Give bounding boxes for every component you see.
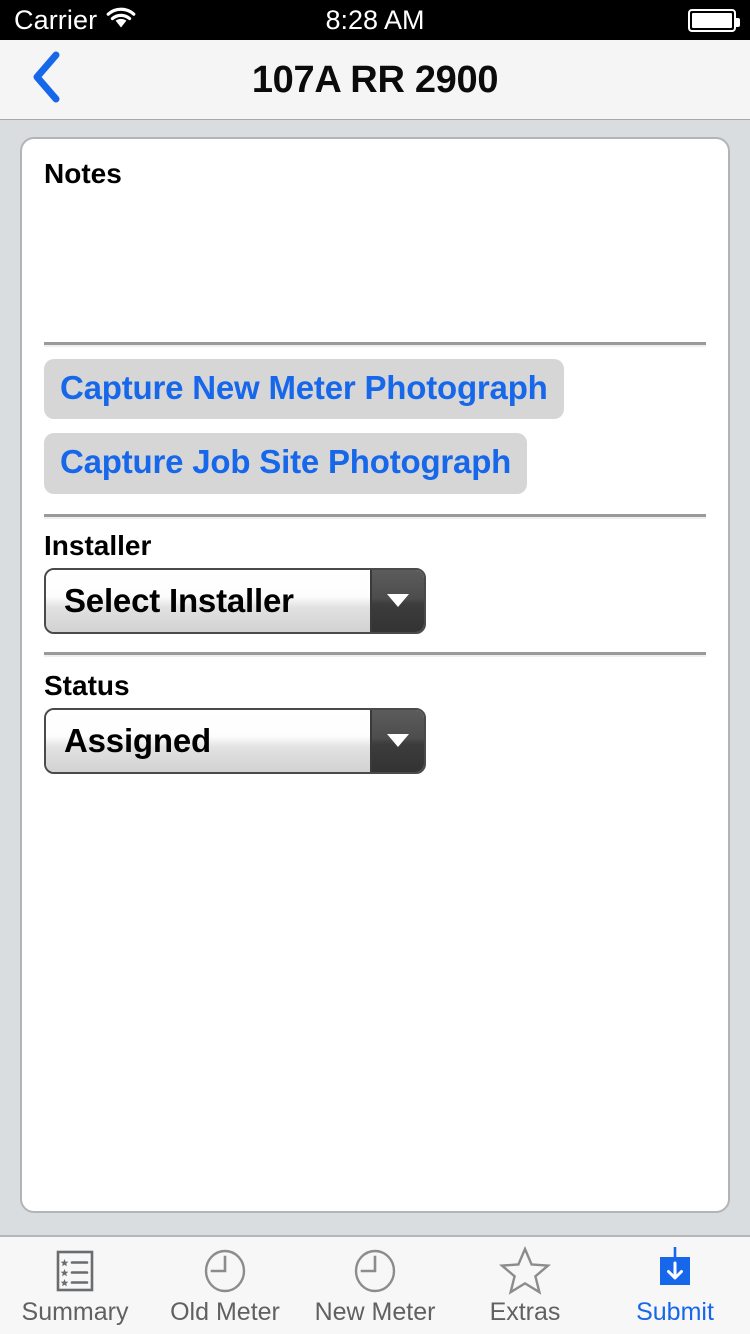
capture-new-meter-row: Capture New Meter Photograph [44, 358, 706, 434]
notes-input[interactable] [44, 195, 706, 336]
tab-bar: Summary Old Meter New Meter Extras Submi… [0, 1235, 750, 1334]
capture-new-meter-photograph-button[interactable]: Capture New Meter Photograph [44, 358, 564, 420]
status-select[interactable]: Assigned [44, 707, 426, 774]
tab-old-meter-label: Old Meter [170, 1297, 280, 1326]
carrier-label: Carrier [14, 4, 98, 35]
notes-label: Notes [44, 158, 122, 189]
tab-extras-label: Extras [489, 1297, 561, 1326]
status-bar-right [688, 8, 740, 32]
tab-submit[interactable]: Submit [600, 1237, 750, 1334]
caret-down-icon [370, 569, 424, 632]
tab-new-meter-label: New Meter [314, 1297, 436, 1326]
form-card: Notes Capture New Meter Photograph Captu… [20, 137, 730, 1213]
battery-cap [736, 17, 740, 27]
status-select-value: Assigned [46, 709, 370, 772]
photos-divider [44, 514, 706, 520]
star-icon [499, 1245, 551, 1295]
page-title: 107A RR 2900 [251, 58, 499, 101]
caret-down-icon [370, 709, 424, 772]
installer-select-value: Select Installer [46, 569, 370, 632]
capture-job-site-photograph-button[interactable]: Capture Job Site Photograph [44, 433, 528, 495]
status-bar: Carrier 8:28 AM [0, 0, 750, 40]
installer-divider [44, 651, 706, 657]
battery-full-icon [688, 8, 740, 32]
app-screen: Carrier 8:28 AM 107A RR 2900 Notes Captu… [0, 0, 750, 1334]
capture-job-site-row: Capture Job Site Photograph [44, 433, 706, 508]
status-label: Status [44, 669, 130, 701]
tab-old-meter[interactable]: Old Meter [150, 1237, 300, 1334]
content-area: Notes Capture New Meter Photograph Captu… [0, 120, 750, 1235]
installer-label: Installer [44, 530, 152, 562]
clock-icon [351, 1247, 399, 1295]
notes-divider [44, 341, 706, 347]
status-bar-left: Carrier [14, 4, 136, 35]
battery-level-fill [692, 12, 732, 28]
tab-new-meter[interactable]: New Meter [300, 1237, 450, 1334]
tab-extras[interactable]: Extras [450, 1237, 600, 1334]
submit-download-icon [650, 1246, 700, 1295]
navigation-bar: 107A RR 2900 [0, 40, 750, 120]
tab-summary-label: Summary [21, 1297, 129, 1326]
installer-select[interactable]: Select Installer [44, 567, 426, 634]
wifi-icon [106, 7, 136, 34]
clock-icon [201, 1247, 249, 1295]
tab-submit-label: Submit [636, 1297, 714, 1326]
tab-summary[interactable]: Summary [0, 1237, 150, 1334]
list-star-icon [52, 1247, 98, 1295]
